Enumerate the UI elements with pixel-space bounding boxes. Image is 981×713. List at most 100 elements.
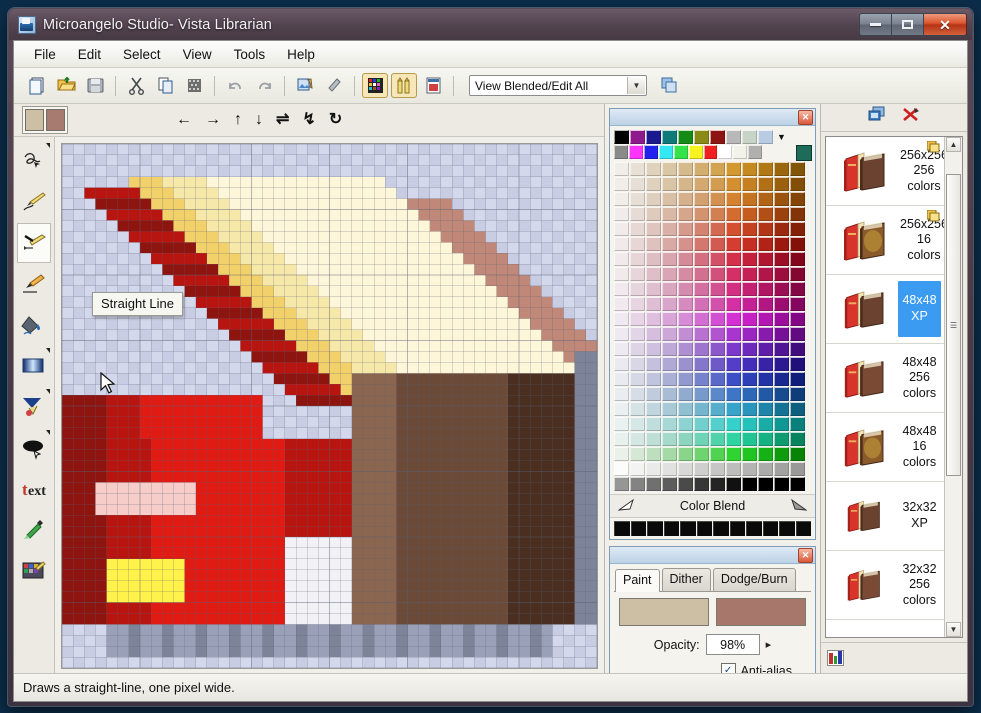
palette-swatch[interactable] [646, 402, 661, 416]
palette-swatch[interactable] [726, 252, 741, 266]
palette-swatch[interactable] [614, 162, 629, 176]
palette-swatch[interactable] [742, 162, 757, 176]
palette-swatch[interactable] [614, 282, 629, 296]
nudge-up-icon[interactable]: ↑ [234, 112, 242, 128]
copy-icon[interactable] [152, 73, 178, 98]
new-icon[interactable] [24, 73, 50, 98]
palette-swatch[interactable] [662, 417, 677, 431]
palette-swatch[interactable] [694, 267, 709, 281]
palette-swatch[interactable] [643, 145, 658, 159]
palette-swatch[interactable] [662, 357, 677, 371]
palette-swatch[interactable] [630, 417, 645, 431]
palette-swatch[interactable] [774, 192, 789, 206]
pixel-canvas[interactable]: Straight Line [61, 143, 598, 669]
blend-swatch[interactable] [762, 521, 778, 536]
palette-swatch[interactable] [662, 192, 677, 206]
palette-swatch[interactable] [774, 357, 789, 371]
palette-swatch[interactable] [774, 297, 789, 311]
palette-swatch[interactable] [694, 222, 709, 236]
palette-swatch[interactable] [742, 192, 757, 206]
list-item-48-256colors[interactable]: 48x48 256 colors [826, 344, 944, 413]
preview-view-icon[interactable] [420, 73, 446, 98]
palette-swatch[interactable] [790, 267, 805, 281]
palette-swatch[interactable] [646, 252, 661, 266]
palette-swatch[interactable] [646, 162, 661, 176]
close-button[interactable]: ✕ [923, 13, 967, 36]
palette-swatch[interactable] [758, 282, 773, 296]
palette-swatch[interactable] [710, 342, 725, 356]
palette-swatch[interactable] [758, 252, 773, 266]
palette-swatch[interactable] [774, 447, 789, 461]
tab-dither[interactable]: Dither [661, 568, 711, 591]
palette-swatch[interactable] [694, 477, 709, 491]
palette-swatch[interactable] [662, 462, 677, 476]
opacity-spinner-icon[interactable]: ▸ [766, 638, 772, 651]
palette-swatch[interactable] [790, 387, 805, 401]
palette-swatch[interactable] [662, 222, 677, 236]
palette-swatch[interactable] [790, 417, 805, 431]
delete-image-icon[interactable] [901, 106, 921, 129]
palette-swatch[interactable] [614, 327, 629, 341]
blend-swatch[interactable] [680, 521, 696, 536]
palette-swatch[interactable] [662, 297, 677, 311]
palette-swatch[interactable] [758, 417, 773, 431]
palette-swatch[interactable] [678, 357, 693, 371]
palette-swatch[interactable] [710, 357, 725, 371]
menu-edit[interactable]: Edit [67, 44, 112, 65]
tool-straight-line[interactable] [17, 223, 51, 263]
palette-swatch[interactable] [758, 237, 773, 251]
view-mode-combo[interactable]: View Blended/Edit All ▼ [469, 75, 647, 96]
palette-swatch[interactable] [726, 432, 741, 446]
blend-swatch[interactable] [729, 521, 745, 536]
palette-swatch[interactable] [646, 297, 661, 311]
palette-swatch[interactable] [742, 432, 757, 446]
menu-tools[interactable]: Tools [223, 44, 277, 65]
palette-swatch[interactable] [630, 252, 645, 266]
palette-swatch[interactable] [678, 252, 693, 266]
palette-swatch[interactable] [742, 297, 757, 311]
save-icon[interactable] [82, 73, 108, 98]
palette-swatch[interactable] [758, 177, 773, 191]
palette-swatch[interactable] [710, 267, 725, 281]
palette-swatch[interactable] [710, 432, 725, 446]
palette-swatch[interactable] [774, 177, 789, 191]
palette-swatch[interactable] [646, 477, 661, 491]
palette-swatch[interactable] [726, 222, 741, 236]
palette-swatch[interactable] [726, 282, 741, 296]
palette-swatch[interactable] [678, 372, 693, 386]
nudge-left-icon[interactable]: ← [176, 112, 192, 128]
palette-swatch[interactable] [694, 162, 709, 176]
palette-swatch[interactable] [774, 267, 789, 281]
add-image-icon[interactable] [867, 106, 887, 129]
palette-swatch[interactable] [646, 417, 661, 431]
palette-swatch[interactable] [662, 267, 677, 281]
palette-swatch[interactable] [742, 177, 757, 191]
palette-swatch[interactable] [614, 237, 629, 251]
palette-swatch[interactable] [774, 327, 789, 341]
palette-swatch[interactable] [758, 342, 773, 356]
palette-swatch[interactable] [758, 432, 773, 446]
palette-swatch[interactable] [662, 327, 677, 341]
palette-swatch[interactable] [710, 402, 725, 416]
close-icon[interactable]: ✕ [798, 110, 813, 125]
palette-swatch[interactable] [726, 447, 741, 461]
palette-swatch[interactable] [742, 252, 757, 266]
palette-swatch[interactable] [726, 130, 741, 144]
palette-swatch[interactable] [790, 192, 805, 206]
palette-swatch[interactable] [673, 145, 688, 159]
palette-swatch[interactable] [630, 477, 645, 491]
palette-swatch[interactable] [790, 447, 805, 461]
palette-swatch[interactable] [694, 207, 709, 221]
palette-swatch[interactable] [646, 130, 661, 144]
blend-swatch[interactable] [663, 521, 679, 536]
palette-swatch[interactable] [774, 342, 789, 356]
palette-swatch[interactable] [694, 357, 709, 371]
palette-swatch[interactable] [614, 130, 629, 144]
palette-swatch[interactable] [774, 387, 789, 401]
palette-swatch[interactable] [614, 312, 629, 326]
paint-swatch-right[interactable] [716, 598, 806, 626]
chevron-down-icon[interactable]: ▼ [627, 77, 645, 94]
palette-swatch[interactable] [646, 222, 661, 236]
palette-swatch[interactable] [630, 357, 645, 371]
palette-swatch[interactable] [678, 327, 693, 341]
